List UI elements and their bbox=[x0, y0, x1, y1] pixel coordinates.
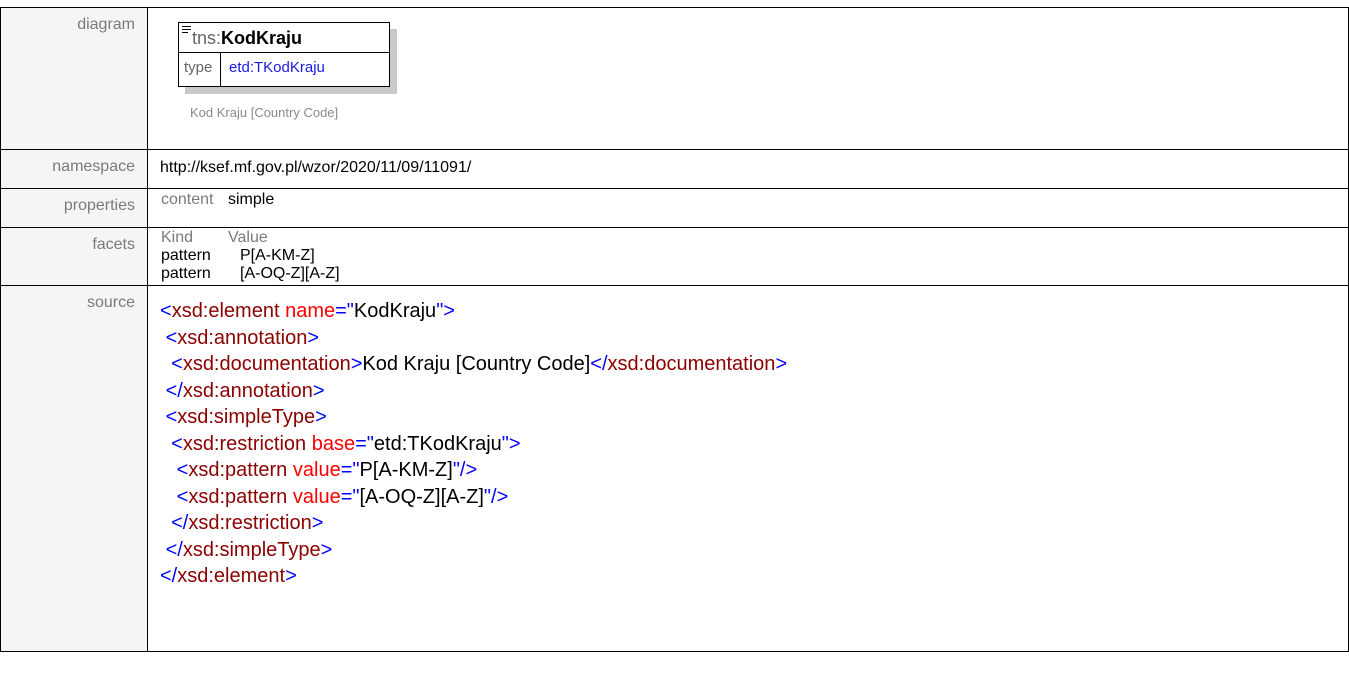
label-properties: properties bbox=[0, 188, 148, 228]
facets-cell: Kind Value pattern P[A-KM-Z] pattern [A-OQ-… bbox=[147, 227, 1349, 286]
diagram-cell: tns:KodKraju type etd:TKodKraju Kod Kraj… bbox=[147, 7, 1349, 150]
source-line-9: </xsd:restriction> bbox=[171, 512, 324, 534]
properties-cell: content simple bbox=[147, 188, 1349, 228]
facet-row: pattern P[A-KM-Z] bbox=[148, 247, 1348, 265]
property-line: content simple bbox=[148, 189, 1348, 209]
facets-table: Kind Value pattern P[A-KM-Z] pattern [A-OQ-… bbox=[148, 228, 1348, 283]
label-namespace: namespace bbox=[0, 149, 148, 189]
type-link[interactable]: etd:TKodKraju bbox=[222, 53, 325, 87]
schema-doc-table: diagram tns:KodKraju type etd:TKodKraju … bbox=[0, 7, 1349, 652]
namespace-cell: http://ksef.mf.gov.pl/wzor/2020/11/09/11… bbox=[147, 149, 1349, 189]
element-type-row: type etd:TKodKraju bbox=[179, 53, 389, 87]
row-source: source <xsd:element name="KodKraju"> <xs… bbox=[0, 285, 1349, 652]
row-facets: facets Kind Value pattern P[A-KM-Z] patter… bbox=[0, 227, 1349, 286]
diagram: tns:KodKraju type etd:TKodKraju Kod Kraj… bbox=[160, 8, 1348, 149]
source-line-11: </xsd:element> bbox=[160, 565, 297, 587]
source-code: <xsd:element name="KodKraju"> <xsd:annot… bbox=[160, 286, 1348, 590]
source-line-10: </xsd:simpleType> bbox=[165, 538, 333, 561]
element-title: tns:KodKraju bbox=[179, 23, 389, 53]
label-diagram: diagram bbox=[0, 7, 148, 150]
facet-kind: pattern bbox=[161, 247, 211, 264]
source-line-1: <xsd:element name="KodKraju"> bbox=[160, 300, 455, 322]
element-prefix: tns: bbox=[192, 28, 222, 48]
label-facets: facets bbox=[0, 227, 148, 286]
facets-header-value: Value bbox=[228, 229, 268, 246]
type-key: type bbox=[179, 53, 221, 87]
source-line-5: <xsd:simpleType> bbox=[165, 406, 327, 428]
source-line-6: <xsd:restriction base="etd:TKodKraju"> bbox=[171, 432, 521, 455]
source-cell: <xsd:element name="KodKraju"> <xsd:annot… bbox=[147, 285, 1349, 652]
facets-header: Kind Value bbox=[148, 229, 1348, 247]
facet-value: P[A-KM-Z] bbox=[240, 247, 315, 264]
source-line-3: <xsd:documentation>Kod Kraju [Country Co… bbox=[171, 353, 788, 375]
facet-value: [A-OQ-Z][A-Z] bbox=[240, 265, 340, 282]
facets-header-kind: Kind bbox=[161, 229, 194, 246]
source-line-8: <xsd:pattern value="[A-OQ-Z][A-Z]"/> bbox=[176, 485, 509, 508]
row-diagram: diagram tns:KodKraju type etd:TKodKraju … bbox=[0, 7, 1349, 150]
source-line-4: </xsd:annotation> bbox=[165, 379, 325, 402]
source-line-7: <xsd:pattern value="P[A-KM-Z]"/> bbox=[176, 459, 478, 481]
property-key: content bbox=[161, 191, 214, 208]
element-box[interactable]: tns:KodKraju type etd:TKodKraju bbox=[178, 22, 390, 87]
row-namespace: namespace http://ksef.mf.gov.pl/wzor/202… bbox=[0, 149, 1349, 189]
element-name: KodKraju bbox=[221, 28, 303, 48]
element-documentation: Kod Kraju [Country Code] bbox=[190, 105, 339, 120]
source-line-2: <xsd:annotation> bbox=[165, 326, 320, 349]
row-properties: properties content simple bbox=[0, 188, 1349, 228]
facet-kind: pattern bbox=[161, 265, 211, 282]
label-source: source bbox=[0, 285, 148, 652]
facet-row: pattern [A-OQ-Z][A-Z] bbox=[148, 265, 1348, 283]
property-value: simple bbox=[228, 191, 275, 208]
namespace-value: http://ksef.mf.gov.pl/wzor/2020/11/09/11… bbox=[160, 159, 472, 176]
